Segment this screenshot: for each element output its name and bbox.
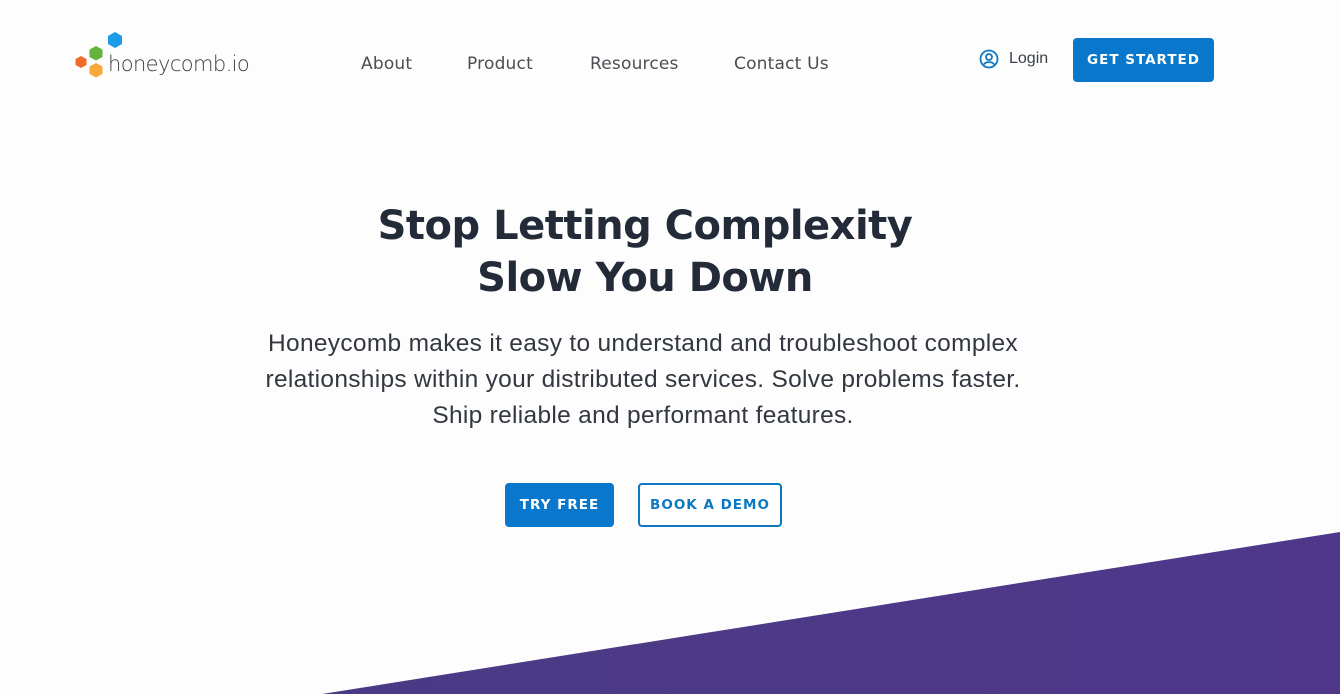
hero-title: Stop Letting Complexity Slow You Down: [0, 200, 1290, 304]
nav-item-resources[interactable]: Resources: [590, 54, 679, 74]
nav-item-about[interactable]: About: [361, 54, 412, 74]
login-label: Login: [1009, 50, 1049, 67]
hero-subtitle-line-1: Honeycomb makes it easy to understand an…: [268, 330, 1018, 357]
hero-title-line-2: Slow You Down: [477, 255, 813, 301]
book-demo-button[interactable]: BOOK A DEMO: [638, 483, 782, 527]
get-started-button[interactable]: GET STARTED: [1073, 38, 1214, 82]
nav-item-contact-us[interactable]: Contact Us: [734, 54, 829, 74]
user-circle-icon: [979, 49, 999, 69]
hero-subtitle-line-3: Ship reliable and performant features.: [432, 402, 854, 429]
logo-wordmark: honeycomb.io: [108, 52, 250, 76]
hero-subtitle: Honeycomb makes it easy to understand an…: [200, 326, 1086, 434]
try-free-button[interactable]: TRY FREE: [505, 483, 614, 527]
hero-subtitle-line-2: relationships within your distributed se…: [265, 366, 1021, 393]
hero-title-line-1: Stop Letting Complexity: [377, 203, 913, 249]
login-link[interactable]: Login: [979, 48, 1048, 70]
nav-item-product[interactable]: Product: [467, 54, 533, 74]
